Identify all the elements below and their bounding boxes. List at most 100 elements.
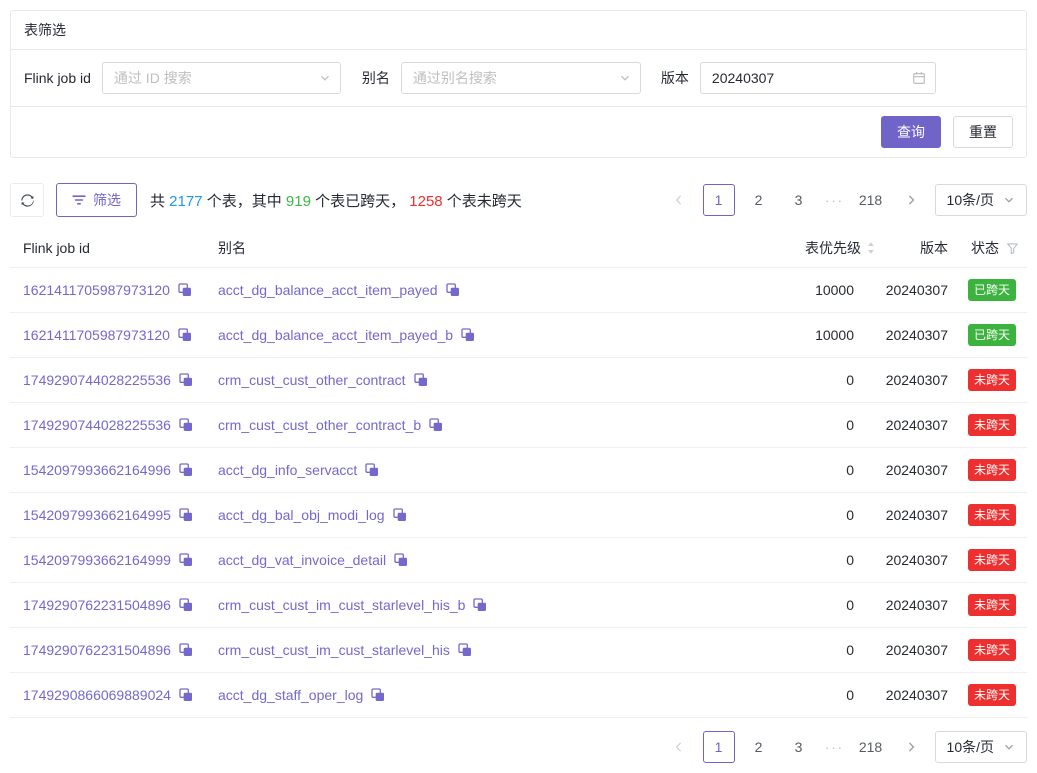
status-badge: 未跨天	[968, 594, 1016, 616]
cell-flink-job-id: 1749290762231504896	[10, 642, 218, 658]
filter-funnel-icon[interactable]	[1006, 242, 1019, 255]
flink-job-id-select[interactable]	[102, 62, 341, 94]
flink-job-id-label: Flink job id	[24, 70, 91, 86]
filter-button[interactable]: 筛选	[56, 183, 137, 217]
flink-job-id-link[interactable]: 1749290866069889024	[23, 687, 171, 703]
cell-flink-job-id: 1749290762231504896	[10, 597, 218, 613]
cell-alias: acct_dg_balance_acct_item_payed_b	[218, 327, 750, 343]
copy-icon[interactable]	[365, 463, 379, 477]
copy-icon[interactable]	[473, 598, 487, 612]
pagination-next-button[interactable]	[895, 184, 927, 216]
copy-icon[interactable]	[394, 553, 408, 567]
alias-link[interactable]: acct_dg_balance_acct_item_payed	[218, 282, 438, 298]
flink-job-id-link[interactable]: 1749290744028225536	[23, 417, 171, 433]
pagination-page-218[interactable]: 218	[855, 731, 887, 763]
version-input[interactable]	[701, 63, 935, 93]
copy-icon[interactable]	[178, 283, 192, 297]
copy-icon[interactable]	[458, 643, 472, 657]
page-size-label: 10条/页	[947, 190, 994, 210]
status-badge: 未跨天	[968, 684, 1016, 706]
alias-link[interactable]: acct_dg_balance_acct_item_payed_b	[218, 327, 453, 343]
alias-link[interactable]: acct_dg_vat_invoice_detail	[218, 552, 386, 568]
alias-select[interactable]	[401, 62, 641, 94]
pagination-page-1[interactable]: 1	[703, 184, 735, 216]
cell-flink-job-id: 1749290744028225536	[10, 372, 218, 388]
copy-icon[interactable]	[179, 598, 193, 612]
pagination-page-3[interactable]: 3	[783, 184, 815, 216]
page-size-select[interactable]: 10条/页	[935, 184, 1027, 216]
copy-icon[interactable]	[414, 373, 428, 387]
copy-icon[interactable]	[179, 508, 193, 522]
cell-status: 未跨天	[950, 549, 1027, 571]
cell-priority: 0	[750, 687, 880, 703]
flink-job-id-input[interactable]	[103, 63, 340, 93]
flink-job-id-link[interactable]: 1621411705987973120	[23, 327, 170, 343]
copy-icon[interactable]	[178, 328, 192, 342]
copy-icon[interactable]	[179, 553, 193, 567]
sorter-icon[interactable]	[866, 241, 876, 255]
cell-alias: acct_dg_balance_acct_item_payed	[218, 282, 750, 298]
copy-icon[interactable]	[179, 373, 193, 387]
flink-job-id-link[interactable]: 1749290744028225536	[23, 372, 171, 388]
summary-segment: 1258	[409, 193, 442, 210]
copy-icon[interactable]	[371, 688, 385, 702]
page-size-select[interactable]: 10条/页	[935, 731, 1027, 763]
reset-button[interactable]: 重置	[953, 116, 1013, 148]
cell-priority: 0	[750, 372, 880, 388]
alias-link[interactable]: crm_cust_cust_other_contract	[218, 372, 406, 388]
cell-status: 未跨天	[950, 684, 1027, 706]
copy-icon[interactable]	[179, 463, 193, 477]
alias-link[interactable]: crm_cust_cust_im_cust_starlevel_his_b	[218, 597, 465, 613]
pagination-ellipsis[interactable]: ···	[823, 740, 847, 755]
flink-job-id-link[interactable]: 1749290762231504896	[23, 642, 171, 658]
cell-alias: crm_cust_cust_im_cust_starlevel_his_b	[218, 597, 750, 613]
alias-link[interactable]: acct_dg_bal_obj_modi_log	[218, 507, 385, 523]
chevron-down-icon	[1003, 741, 1015, 753]
table-body: 1621411705987973120 acct_dg_balance_acct_…	[10, 268, 1027, 718]
flink-job-id-link[interactable]: 1542097993662164995	[23, 507, 171, 523]
copy-icon[interactable]	[179, 688, 193, 702]
flink-job-id-link[interactable]: 1542097993662164999	[23, 552, 171, 568]
cell-priority: 0	[750, 507, 880, 523]
status-badge: 已跨天	[968, 324, 1016, 346]
pagination-prev-button	[663, 184, 695, 216]
version-date-picker[interactable]	[700, 62, 936, 94]
copy-icon[interactable]	[446, 283, 460, 297]
copy-icon[interactable]	[461, 328, 475, 342]
alias-link[interactable]: crm_cust_cust_other_contract_b	[218, 417, 421, 433]
alias-link[interactable]: acct_dg_info_servacct	[218, 462, 357, 478]
version-label: 版本	[661, 68, 689, 88]
pagination-page-218[interactable]: 218	[855, 184, 887, 216]
alias-link[interactable]: crm_cust_cust_im_cust_starlevel_his	[218, 642, 450, 658]
copy-icon[interactable]	[179, 418, 193, 432]
copy-icon[interactable]	[429, 418, 443, 432]
status-badge: 未跨天	[968, 639, 1016, 661]
cell-version: 20240307	[880, 417, 950, 433]
query-button[interactable]: 查询	[881, 116, 941, 148]
pagination-next-button[interactable]	[895, 731, 927, 763]
summary-segment: 共	[150, 193, 169, 210]
summary-segment: 个表，其中	[203, 193, 286, 210]
alias-link[interactable]: acct_dg_staff_oper_log	[218, 687, 363, 703]
pagination-page-3[interactable]: 3	[783, 731, 815, 763]
flink-job-id-link[interactable]: 1542097993662164996	[23, 462, 171, 478]
pagination-page-2[interactable]: 2	[743, 731, 775, 763]
copy-icon[interactable]	[393, 508, 407, 522]
summary-segment: 个表未跨天	[443, 193, 522, 210]
cell-version: 20240307	[880, 507, 950, 523]
table-row: 1621411705987973120 acct_dg_balance_acct_…	[10, 268, 1027, 313]
summary-segment: 919	[286, 193, 311, 210]
chevron-down-icon	[319, 72, 331, 84]
copy-icon[interactable]	[179, 643, 193, 657]
flink-job-id-link[interactable]: 1749290762231504896	[23, 597, 171, 613]
chevron-down-icon	[619, 72, 631, 84]
alias-input[interactable]	[402, 63, 640, 93]
pagination-page-1[interactable]: 1	[703, 731, 735, 763]
status-badge: 未跨天	[968, 414, 1016, 436]
refresh-button[interactable]	[10, 183, 44, 217]
pagination-page-2[interactable]: 2	[743, 184, 775, 216]
filter-button-label: 筛选	[93, 190, 121, 210]
cell-alias: acct_dg_vat_invoice_detail	[218, 552, 750, 568]
pagination-ellipsis[interactable]: ···	[823, 193, 847, 208]
flink-job-id-link[interactable]: 1621411705987973120	[23, 282, 170, 298]
